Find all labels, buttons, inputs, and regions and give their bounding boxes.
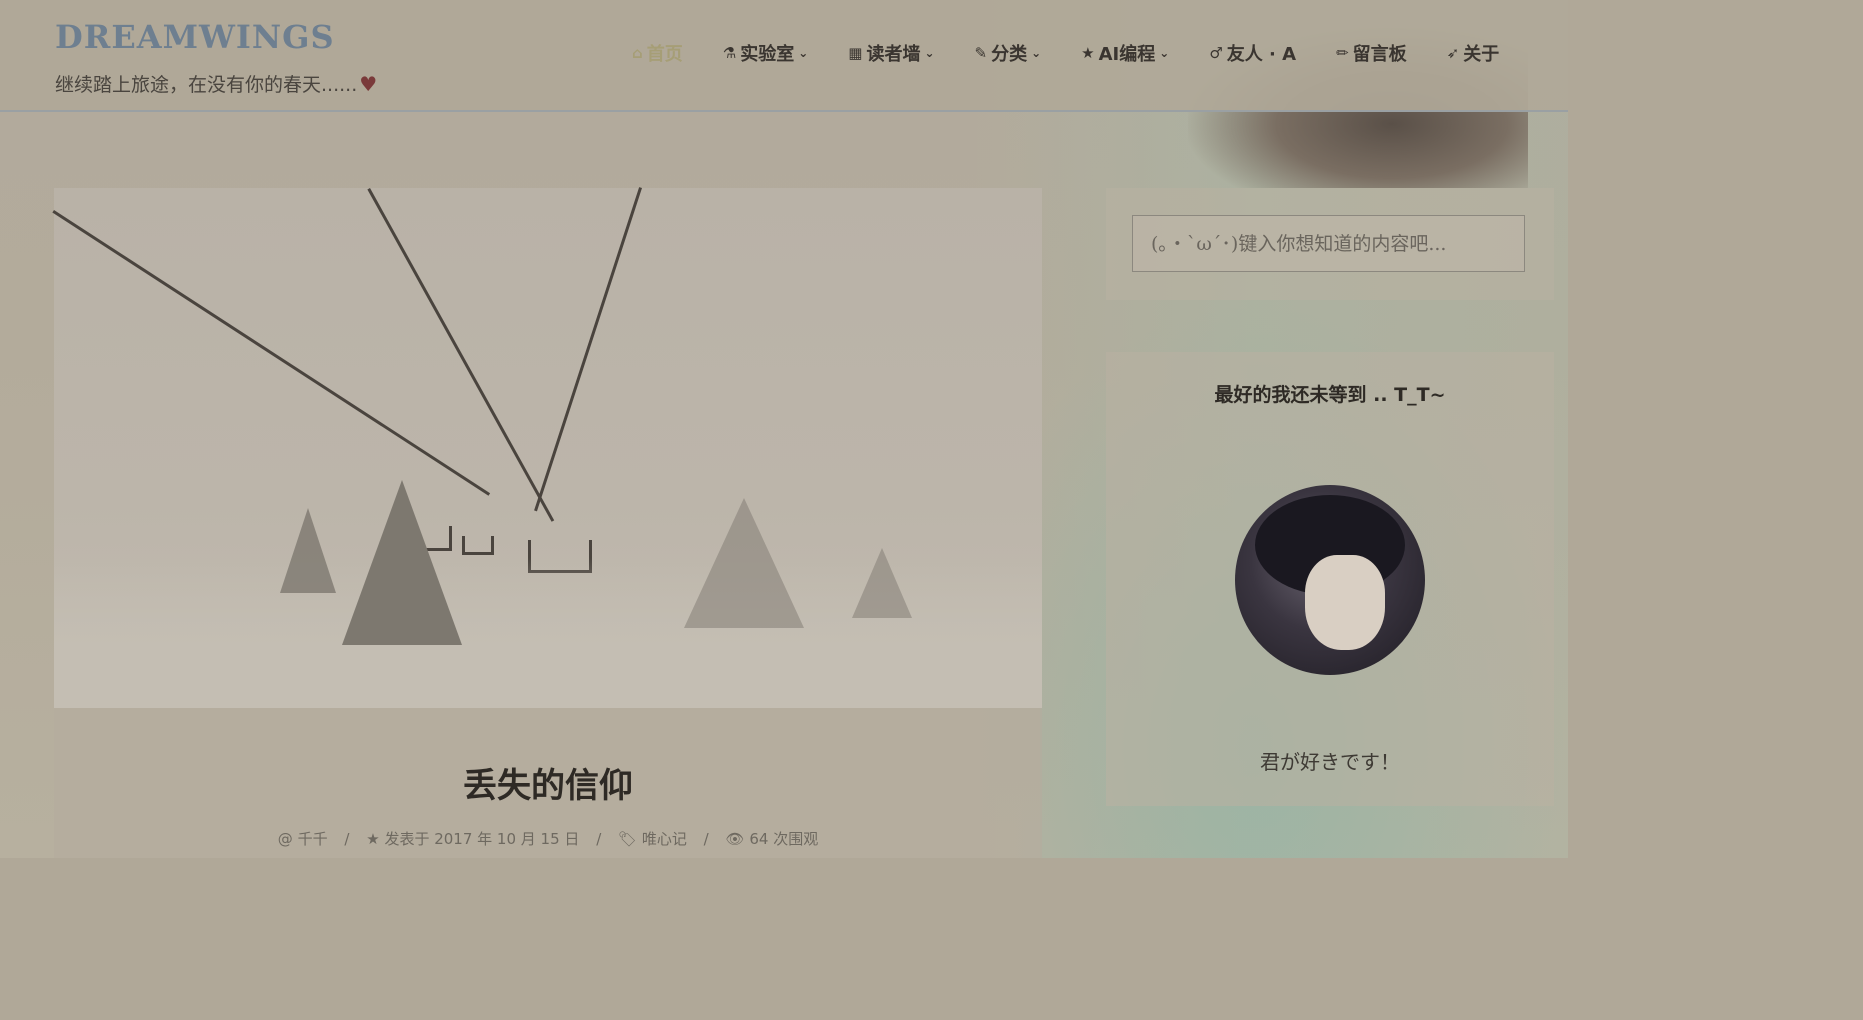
avatar[interactable] <box>1235 485 1425 675</box>
calendar-icon: ▦ <box>848 44 863 62</box>
search-input[interactable] <box>1132 215 1525 272</box>
nav-item-ai[interactable]: ★ AI编程 ⌄ <box>1061 40 1189 66</box>
meta-separator: / <box>344 830 350 848</box>
male-icon: ♂ <box>1209 44 1223 62</box>
cable-line <box>534 187 642 512</box>
star-icon: ★ <box>366 830 380 848</box>
chevron-down-icon: ⌄ <box>924 46 935 60</box>
post-cover-image[interactable] <box>52 187 1042 708</box>
nav-label: 实验室 <box>740 44 795 65</box>
post-category[interactable]: 唯心记 <box>642 830 687 848</box>
profile-motto: 君が好きです！ <box>1260 750 1400 774</box>
main-nav: ⌂ 首页 ⚗ 实验室 ⌄ ▦ 读者墙 ⌄ ✎ 分类 ⌄ ★ AI编程 ⌄ ♂ 友… <box>612 40 1519 66</box>
meta-separator: / <box>703 830 709 848</box>
cable-line <box>52 210 491 496</box>
home-icon: ⌂ <box>632 44 643 62</box>
rocket-icon: ➶ <box>1446 44 1460 62</box>
chevron-down-icon: ⌄ <box>798 46 809 60</box>
site-header: DREAMWINGS 继续踏上旅途，在没有你的春天...... ♥ ⌂ 首页 ⚗ … <box>0 0 1568 112</box>
chevron-down-icon: ⌄ <box>1159 46 1170 60</box>
avatar-face <box>1305 555 1385 650</box>
nav-label: 留言板 <box>1352 44 1407 65</box>
nav-label: 分类 <box>991 44 1028 65</box>
paperclip-icon: ✎ <box>974 44 988 62</box>
nav-label: 友人 · A <box>1226 44 1297 65</box>
nav-item-about[interactable]: ➶ 关于 <box>1427 40 1520 66</box>
heart-icon: ♥ <box>359 72 378 96</box>
chevron-down-icon: ⌄ <box>1031 46 1042 60</box>
eye-icon: 👁 <box>725 830 745 848</box>
post-card: 丢失的信仰 @ 千千 / ★ 发表于 2017 年 10 月 15 日 / 🏷 … <box>52 187 1042 858</box>
chairlift-seat <box>462 536 494 555</box>
nav-item-guestbook[interactable]: ✏ 留言板 <box>1316 40 1427 66</box>
nav-label: 读者墙 <box>866 44 921 65</box>
nav-label: AI编程 <box>1098 44 1156 65</box>
post-meta: @ 千千 / ★ 发表于 2017 年 10 月 15 日 / 🏷 唯心记 / … <box>54 828 1042 849</box>
flask-icon: ⚗ <box>722 44 737 62</box>
nav-label: 关于 <box>1463 44 1500 65</box>
profile-widget: 最好的我还未等到 .. T_T~ 君が好きです！ <box>1106 352 1554 806</box>
nav-item-readers[interactable]: ▦ 读者墙 ⌄ <box>828 40 954 66</box>
search-widget <box>1106 188 1554 300</box>
tag-icon: 🏷 <box>618 830 638 848</box>
nav-item-category[interactable]: ✎ 分类 ⌄ <box>955 40 1062 66</box>
nav-item-lab[interactable]: ⚗ 实验室 ⌄ <box>703 40 829 66</box>
at-icon: @ <box>277 830 293 848</box>
pencil-icon: ✏ <box>1336 44 1349 62</box>
nav-item-friends[interactable]: ♂ 友人 · A <box>1189 40 1316 66</box>
pine-tree <box>280 508 336 593</box>
site-tagline: 继续踏上旅途，在没有你的春天...... ♥ <box>55 70 377 97</box>
star-icon: ★ <box>1081 44 1095 62</box>
post-title[interactable]: 丢失的信仰 <box>54 758 1042 807</box>
post-views: 64 次围观 <box>749 830 819 848</box>
tagline-text: 继续踏上旅途，在没有你的春天...... <box>55 74 358 96</box>
post-date: 发表于 2017 年 10 月 15 日 <box>384 830 580 848</box>
meta-separator: / <box>596 830 602 848</box>
cable-line <box>367 188 555 522</box>
site-logo[interactable]: DREAMWINGS <box>55 18 335 56</box>
nav-label: 首页 <box>646 44 683 65</box>
profile-title: 最好的我还未等到 .. T_T~ <box>1214 384 1446 406</box>
nav-item-home[interactable]: ⌂ 首页 <box>612 40 703 66</box>
post-author[interactable]: 千千 <box>298 830 328 848</box>
